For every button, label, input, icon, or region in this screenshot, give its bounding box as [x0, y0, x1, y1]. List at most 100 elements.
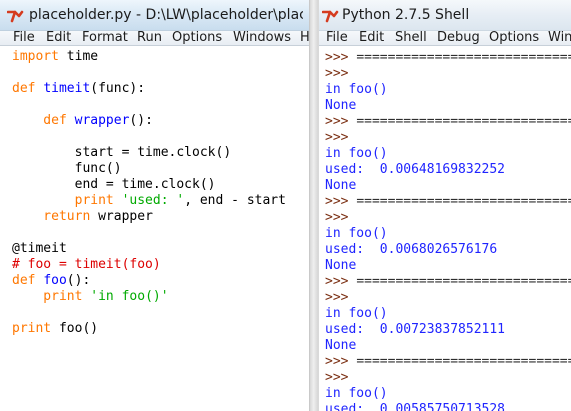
out-text: None — [325, 258, 357, 273]
prompt-text: >>> — [325, 50, 357, 65]
code-line: def timeit(func): — [12, 81, 145, 97]
out-text: None — [325, 338, 357, 353]
fn-text: wrapper — [74, 113, 130, 128]
shell-line: None — [325, 178, 356, 194]
shell-menubar: File Edit Shell Debug Options Wind — [319, 31, 571, 46]
shell-window: Python 2.7.5 Shell File Edit Shell Debug… — [318, 0, 571, 411]
shell-line: >>> — [325, 370, 348, 386]
python-idle-icon — [322, 10, 339, 23]
txt-text: , end - start — [184, 193, 286, 208]
out-text: in foo() — [325, 146, 388, 161]
txt-text — [114, 193, 122, 208]
editor-menu-format[interactable]: Format — [82, 31, 128, 45]
shell-line: >>> ================================ — [325, 194, 571, 210]
prompt-text: >>> — [325, 130, 349, 145]
editor-menu-help[interactable]: H — [300, 31, 309, 45]
kw-text: def — [12, 273, 36, 288]
shell-line: >>> — [325, 130, 348, 146]
prompt-text: >>> — [325, 370, 349, 385]
txt-text: time — [58, 49, 99, 64]
editor-title: placeholder.py - D:\LW\placeholder\place… — [29, 7, 303, 23]
prompt-text: >>> — [325, 354, 357, 369]
editor-code-area[interactable]: import time def timeit(func): def wrapper… — [0, 46, 309, 411]
shell-menu-debug[interactable]: Debug — [437, 31, 480, 45]
txt-text — [67, 113, 75, 128]
shell-menu-window[interactable]: Wind — [548, 31, 571, 45]
txt-text: (func): — [90, 81, 146, 96]
editor-window: placeholder.py - D:\LW\placeholder\place… — [0, 0, 310, 411]
shell-line: used: 0.00648169832252 — [325, 162, 505, 178]
editor-menu-windows[interactable]: Windows — [233, 31, 291, 45]
shell-line: >>> — [325, 290, 348, 306]
editor-menu-file[interactable]: File — [13, 31, 35, 45]
shell-line: >>> ================================ — [325, 274, 571, 290]
code-line: print foo() — [12, 321, 98, 337]
shell-line: >>> ================================ — [325, 354, 571, 370]
txt-text: @timeit — [12, 241, 67, 256]
str-text: 'in foo()' — [90, 289, 169, 304]
out-text: used: 0.00585750713528 — [325, 402, 506, 411]
code-line: import time — [12, 49, 98, 65]
txt-text: end = time.clock() — [12, 177, 216, 192]
out-text: used: 0.00648169832252 — [325, 162, 506, 177]
editor-menu-options[interactable]: Options — [172, 31, 222, 45]
shell-menu-options[interactable]: Options — [489, 31, 539, 45]
editor-menu-run[interactable]: Run — [137, 31, 162, 45]
editor-menu-edit[interactable]: Edit — [46, 31, 71, 45]
desktop-screenshot: placeholder.py - D:\LW\placeholder\place… — [0, 0, 571, 411]
shell-line: used: 0.00585750713528 — [325, 402, 505, 411]
kw-text: def — [12, 113, 67, 128]
shell-line: >>> ================================ — [325, 114, 571, 130]
eq-text: ================================ — [356, 114, 571, 129]
eq-text: ================================ — [356, 50, 571, 65]
shell-menu-shell[interactable]: Shell — [395, 31, 427, 45]
fn-text: foo — [43, 273, 67, 288]
out-text: used: 0.0068026576176 — [325, 242, 498, 257]
shell-line: used: 0.00723837852111 — [325, 322, 505, 338]
out-text: in foo() — [325, 306, 388, 321]
kw-text: print — [12, 289, 83, 304]
shell-line: >>> ================================ — [325, 50, 571, 66]
eq-text: ================================ — [356, 354, 571, 369]
shell-line: in foo() — [325, 306, 388, 322]
txt-text: (): — [129, 113, 153, 128]
shell-line: in foo() — [325, 386, 388, 402]
txt-text: (): — [66, 273, 91, 288]
fn-text: timeit — [43, 81, 91, 96]
code-line: def foo(): — [12, 273, 90, 289]
shell-line: None — [325, 258, 356, 274]
editor-titlebar[interactable]: placeholder.py - D:\LW\placeholder\place… — [0, 0, 309, 31]
txt-text: foo() — [51, 321, 99, 336]
txt-text: start = time.clock() — [12, 145, 232, 160]
code-line: return wrapper — [12, 209, 153, 225]
shell-menu-file[interactable]: File — [326, 31, 348, 45]
shell-menu-edit[interactable]: Edit — [359, 31, 384, 45]
shell-line: >>> — [325, 66, 348, 82]
prompt-text: >>> — [325, 290, 349, 305]
code-line: @timeit — [12, 241, 67, 257]
shell-line: >>> — [325, 210, 348, 226]
prompt-text: >>> — [325, 66, 349, 81]
window-divider — [310, 0, 318, 411]
out-text: None — [325, 98, 357, 113]
kw-text: def — [12, 81, 36, 96]
shell-line: in foo() — [325, 82, 388, 98]
out-text: None — [325, 178, 357, 193]
prompt-text: >>> — [325, 114, 357, 129]
shell-line: used: 0.0068026576176 — [325, 242, 497, 258]
kw-text: print — [12, 193, 114, 208]
code-line: start = time.clock() — [12, 145, 232, 161]
code-line: print 'used: ', end - start — [12, 193, 286, 209]
out-text: in foo() — [325, 386, 388, 401]
eq-text: ================================ — [356, 194, 571, 209]
code-line: print 'in foo()' — [12, 289, 169, 305]
shell-line: in foo() — [325, 146, 388, 162]
prompt-text: >>> — [325, 274, 357, 289]
shell-output-area[interactable]: >>> ================================>>>i… — [319, 46, 571, 411]
eq-text: ================================ — [356, 274, 571, 289]
out-text: used: 0.00723837852111 — [325, 322, 506, 337]
txt-text: wrapper — [90, 209, 153, 224]
shell-titlebar[interactable]: Python 2.7.5 Shell — [319, 0, 571, 31]
cmt-text: # foo = timeit(foo) — [12, 257, 161, 272]
out-text: in foo() — [325, 226, 388, 241]
